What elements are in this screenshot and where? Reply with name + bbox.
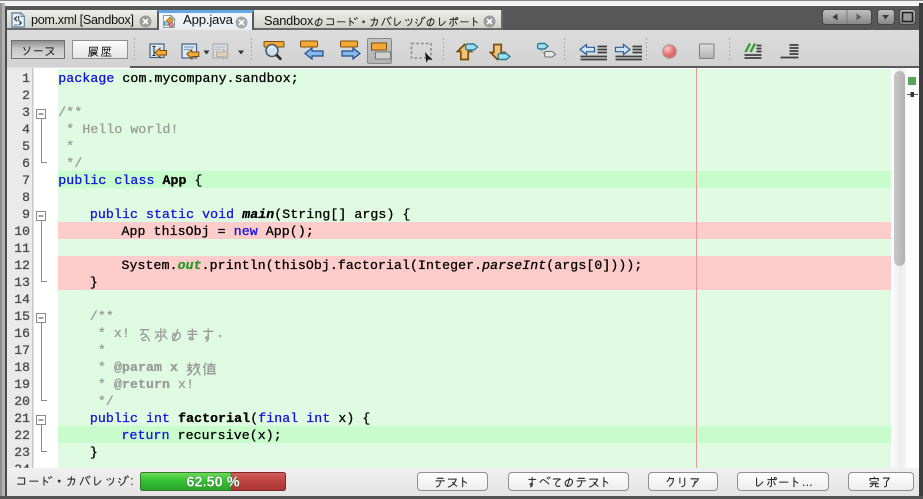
svg-text:62.50 %: 62.50 % — [186, 475, 239, 491]
